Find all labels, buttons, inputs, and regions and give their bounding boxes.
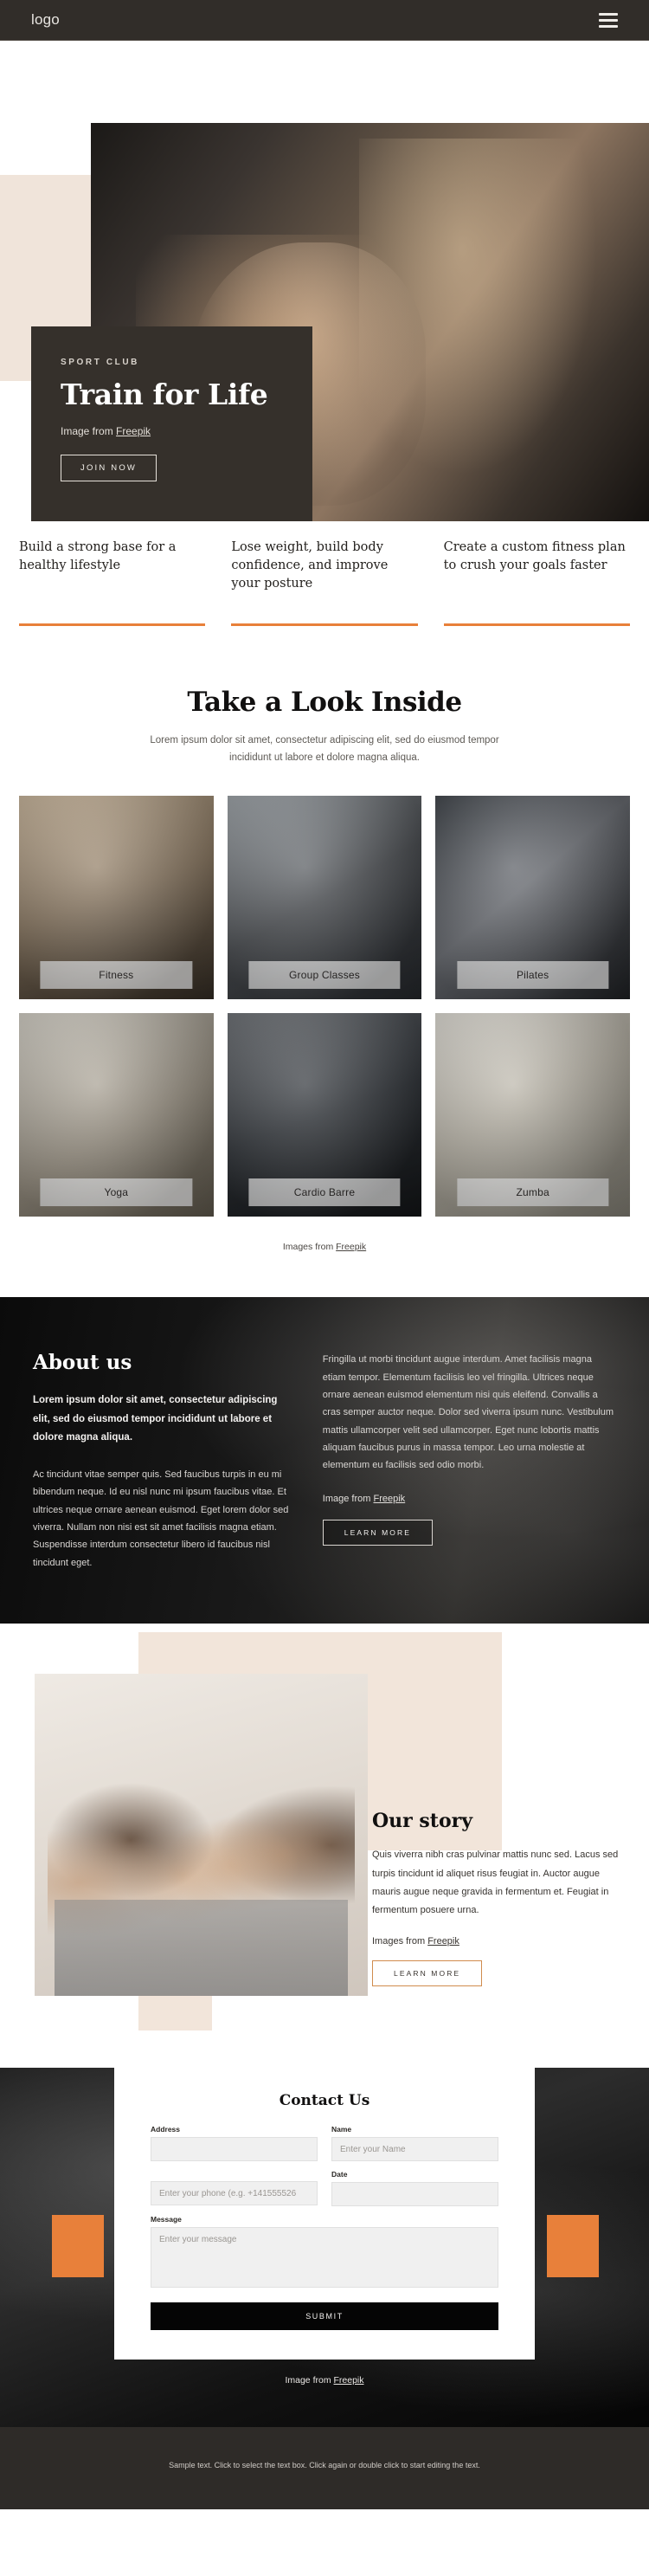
hamburger-menu-icon[interactable]: [599, 12, 618, 28]
phone-field-group: [151, 2170, 318, 2206]
feature-text: Build a strong base for a healthy lifest…: [19, 540, 177, 573]
gallery-card-label: Group Classes: [248, 961, 401, 990]
contact-orange-accent-left: [52, 2215, 104, 2278]
hero-title: Train for Life: [61, 378, 268, 411]
hero-credit: Image from Freepik: [61, 425, 283, 437]
gallery-card-label: Yoga: [40, 1178, 192, 1207]
feature-text: Lose weight, build body confidence, and …: [231, 540, 389, 591]
story-title: Our story: [372, 1810, 473, 1833]
address-input[interactable]: [151, 2137, 318, 2162]
phone-label-spacer: [151, 2170, 318, 2181]
site-header: logo: [0, 0, 649, 41]
name-label: Name: [331, 2125, 352, 2134]
hero-content-card: SPORT CLUB Train for Life Image from Fre…: [31, 326, 312, 521]
burger-bar: [599, 24, 618, 28]
gallery-credit: Images from Freepik: [19, 1230, 630, 1252]
phone-input[interactable]: [151, 2181, 318, 2206]
footer-text: Sample text. Click to select the text bo…: [169, 2461, 480, 2470]
gallery-row: Yoga Cardio Barre Zumba: [19, 1013, 631, 1217]
contact-title: Contact Us: [279, 2092, 370, 2110]
logo[interactable]: logo: [31, 11, 60, 29]
gallery-credit-link[interactable]: Freepik: [336, 1242, 366, 1252]
site-footer: Sample text. Click to select the text bo…: [0, 2427, 649, 2510]
name-field-group: Name: [331, 2125, 498, 2162]
feature-item: Create a custom fitness plan to crush yo…: [443, 539, 630, 626]
gallery-row: Fitness Group Classes Pilates: [19, 796, 631, 1000]
story-credit-link[interactable]: Freepik: [427, 1936, 459, 1947]
gallery-card-yoga[interactable]: Yoga: [19, 1013, 214, 1217]
about-right-paragraph: Fringilla ut morbi tincidunt augue inter…: [322, 1354, 614, 1471]
message-label: Message: [151, 2215, 182, 2224]
about-credit-prefix: Image from: [322, 1493, 374, 1504]
gallery-credit-prefix: Images from: [282, 1242, 337, 1253]
feature-underline: [231, 623, 418, 626]
name-input[interactable]: [331, 2137, 498, 2162]
contact-credit-link[interactable]: Freepik: [334, 2375, 364, 2386]
about-title: About us: [33, 1351, 132, 1375]
about-left-column: About us Lorem ipsum dolor sit amet, con…: [33, 1351, 293, 1572]
gallery-card-pilates[interactable]: Pilates: [435, 796, 631, 1000]
message-field-group: Message: [151, 2215, 498, 2292]
contact-form-card: Contact Us Address Name Date: [114, 2068, 535, 2360]
about-right-column: Fringilla ut morbi tincidunt augue inter…: [322, 1351, 616, 1572]
contact-orange-accent-right: [547, 2215, 599, 2278]
contact-row-2: Date: [151, 2170, 498, 2207]
submit-button[interactable]: SUBMIT: [151, 2302, 498, 2331]
feature-text: Create a custom fitness plan to crush yo…: [443, 540, 626, 573]
burger-bar: [599, 12, 618, 16]
page-root: logo SPORT CLUB Train for Life Image fro…: [0, 0, 649, 2510]
feature-underline: [443, 623, 630, 626]
gallery-grid: Fitness Group Classes Pilates Yoga Cardi…: [0, 766, 649, 1252]
gallery-card-label: Cardio Barre: [248, 1178, 401, 1207]
date-input[interactable]: [331, 2182, 498, 2207]
story-text-column: Our story Quis viverra nibh cras pulvina…: [372, 1810, 623, 1986]
feature-item: Lose weight, build body confidence, and …: [231, 539, 418, 626]
hero-section: SPORT CLUB Train for Life Image from Fre…: [0, 41, 649, 521]
join-now-button[interactable]: JOIN NOW: [61, 454, 157, 481]
gallery-title: Take a Look Inside: [187, 687, 462, 718]
gallery-header: Take a Look Inside Lorem ipsum dolor sit…: [0, 626, 649, 766]
date-field-group: Date: [331, 2170, 498, 2207]
gallery-subtitle: Lorem ipsum dolor sit amet, consectetur …: [150, 735, 499, 764]
gallery-card-label: Fitness: [40, 961, 192, 990]
feature-underline: [19, 623, 206, 626]
gallery-card-zumba[interactable]: Zumba: [435, 1013, 631, 1217]
gallery-card-label: Pilates: [457, 961, 609, 990]
story-credit-prefix: Images from: [372, 1935, 428, 1947]
message-textarea[interactable]: [151, 2227, 498, 2289]
gallery-card-label: Zumba: [457, 1178, 609, 1207]
about-section: About us Lorem ipsum dolor sit amet, con…: [0, 1297, 649, 1624]
about-credit: Image from Freepik: [323, 1494, 616, 1504]
about-columns: About us Lorem ipsum dolor sit amet, con…: [33, 1351, 616, 1572]
story-image-foreground: [55, 1899, 348, 1997]
feature-item: Build a strong base for a healthy lifest…: [19, 539, 206, 626]
story-body: Quis viverra nibh cras pulvinar mattis n…: [372, 1850, 619, 1916]
story-credit: Images from Freepik: [372, 1936, 623, 1947]
about-body-paragraph: Ac tincidunt vitae semper quis. Sed fauc…: [33, 1469, 289, 1568]
contact-credit: Image from Freepik: [0, 2360, 649, 2386]
about-credit-link[interactable]: Freepik: [373, 1494, 405, 1504]
hero-credit-prefix: Image from: [61, 424, 117, 437]
hero-eyebrow: SPORT CLUB: [61, 358, 139, 367]
address-label: Address: [151, 2125, 181, 2134]
gallery-card-group-classes[interactable]: Group Classes: [227, 796, 422, 1000]
about-lead-paragraph: Lorem ipsum dolor sit amet, consectetur …: [33, 1395, 278, 1443]
our-story-section: Our story Quis viverra nibh cras pulvina…: [0, 1624, 649, 2031]
about-learn-more-button[interactable]: LEARN MORE: [322, 1519, 434, 1546]
story-learn-more-button[interactable]: LEARN MORE: [372, 1959, 483, 1986]
gallery-card-fitness[interactable]: Fitness: [19, 796, 214, 1000]
burger-bar: [599, 18, 618, 22]
address-field-group: Address: [151, 2125, 318, 2162]
contact-row-1: Address Name: [151, 2125, 498, 2162]
hero-credit-link[interactable]: Freepik: [116, 425, 151, 437]
contact-section: Contact Us Address Name Date: [0, 2068, 649, 2428]
gallery-card-cardio-barre[interactable]: Cardio Barre: [227, 1013, 422, 1217]
story-image: [35, 1674, 368, 1997]
date-label: Date: [331, 2170, 348, 2179]
contact-credit-prefix: Image from: [285, 2375, 334, 2386]
